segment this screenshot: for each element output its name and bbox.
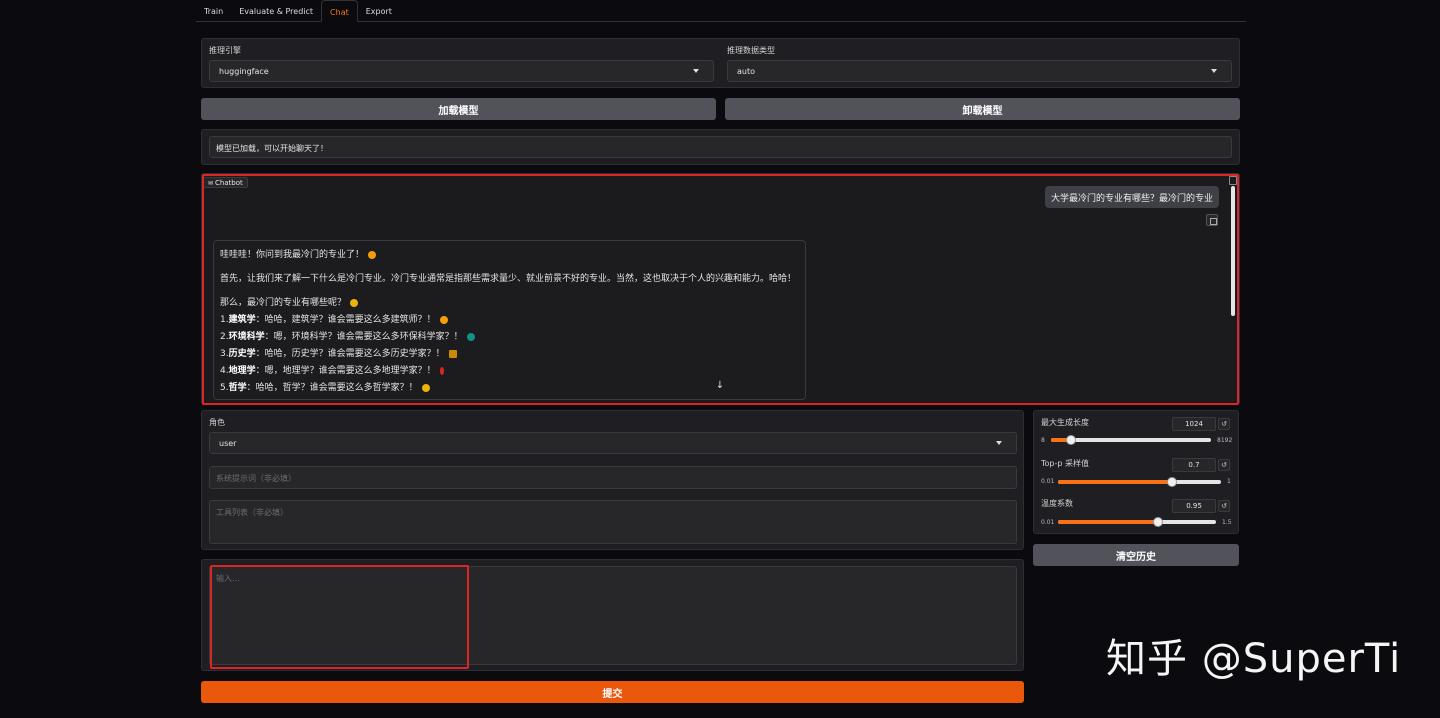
slider-max: 1: [1227, 478, 1231, 485]
slider-thumb[interactable]: [1065, 435, 1076, 445]
param-label: 最大生成长度: [1041, 418, 1089, 427]
load-model-button[interactable]: 加载模型: [201, 98, 716, 120]
tab-evaluate-predict[interactable]: Evaluate & Predict: [231, 0, 321, 22]
highlight-box-chatbot: [202, 174, 1239, 405]
chevron-down-icon: [1211, 69, 1217, 73]
watermark: 知乎 @SuperTi: [1106, 636, 1402, 682]
infer-backend-value: huggingface: [219, 67, 269, 76]
param-label: 温度系数: [1041, 499, 1073, 508]
role-select[interactable]: user: [209, 432, 1017, 454]
reset-icon[interactable]: ↺: [1218, 459, 1230, 471]
top-p-slider[interactable]: [1058, 477, 1221, 487]
slider-thumb[interactable]: [1166, 477, 1177, 487]
unload-model-button[interactable]: 卸载模型: [725, 98, 1240, 120]
role-label: 角色: [209, 418, 225, 427]
max-new-tokens-input[interactable]: 1024: [1172, 417, 1216, 431]
tab-chat[interactable]: Chat: [321, 0, 358, 22]
param-label: Top-p 采样值: [1041, 459, 1090, 468]
slider-min: 0.01: [1041, 478, 1055, 485]
slider-thumb[interactable]: [1152, 517, 1163, 527]
clear-history-button[interactable]: 清空历史: [1033, 544, 1239, 566]
slider-fill: [1058, 520, 1158, 524]
slider-min: 8: [1041, 437, 1045, 444]
tab-bar: Train Evaluate & Predict Chat Export: [196, 0, 1246, 22]
submit-button[interactable]: 提交: [201, 681, 1024, 703]
max-new-tokens-slider[interactable]: [1051, 435, 1211, 445]
chevron-down-icon: [693, 69, 699, 73]
reset-icon[interactable]: ↺: [1218, 500, 1230, 512]
reset-icon[interactable]: ↺: [1218, 418, 1230, 430]
infer-dtype-value: auto: [737, 67, 756, 76]
status-text: 模型已加载，可以开始聊天了！: [209, 136, 1232, 158]
slider-max: 8192: [1217, 437, 1233, 444]
system-prompt-input[interactable]: 系统提示词（非必填）: [209, 466, 1017, 489]
temperature-slider[interactable]: [1058, 517, 1216, 527]
slider-fill: [1058, 480, 1172, 484]
top-p-input[interactable]: 0.7: [1172, 458, 1216, 472]
infer-dtype-label: 推理数据类型: [727, 46, 775, 55]
chevron-down-icon: [996, 441, 1002, 445]
slider-max: 1.5: [1222, 519, 1232, 526]
tools-input[interactable]: 工具列表（非必填）: [209, 500, 1017, 544]
slider-min: 0.01: [1041, 519, 1055, 526]
infer-backend-label: 推理引擎: [209, 46, 241, 55]
highlight-box-input: [210, 565, 469, 669]
infer-backend-select[interactable]: huggingface: [209, 60, 714, 82]
infer-dtype-select[interactable]: auto: [727, 60, 1232, 82]
tab-export[interactable]: Export: [358, 0, 400, 22]
tab-train[interactable]: Train: [196, 0, 231, 22]
temperature-input[interactable]: 0.95: [1172, 499, 1216, 513]
role-value: user: [219, 439, 237, 448]
